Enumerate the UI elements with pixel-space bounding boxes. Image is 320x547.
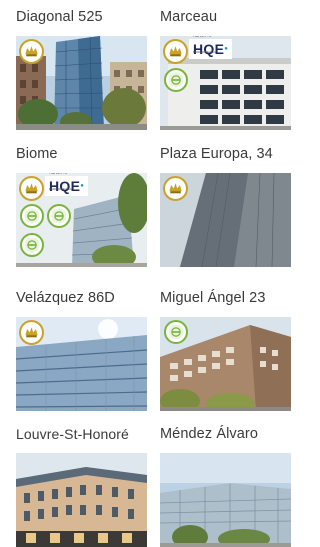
leed-seal-icon xyxy=(19,39,44,64)
building-photo[interactable]: HQE● THE WAY TO PERFORMANCE xyxy=(160,36,291,130)
hqe-logo: HQE● THE WAY TO PERFORMANCE xyxy=(189,36,233,59)
leed-seal-icon xyxy=(163,39,188,64)
breeam-seal-icon xyxy=(164,320,188,344)
building-name[interactable]: Miguel Ángel 23 xyxy=(160,289,266,307)
building-name[interactable]: Louvre-St-Honoré xyxy=(16,425,129,443)
building-photo[interactable] xyxy=(160,453,291,547)
building-photo-image xyxy=(160,453,291,547)
breeam-seal-icon xyxy=(20,233,44,257)
building-name[interactable]: Diagonal 525 xyxy=(16,8,103,26)
breeam-seal-icon xyxy=(20,204,44,228)
hqe-subtitle: THE WAY TO PERFORMANCE xyxy=(193,36,217,54)
building-photo[interactable] xyxy=(160,317,291,411)
building-name[interactable]: Marceau xyxy=(160,8,217,26)
leed-seal-icon xyxy=(163,176,188,201)
building-name[interactable]: Velázquez 86D xyxy=(16,289,115,307)
leed-seal-icon xyxy=(19,320,44,345)
breeam-seal-icon xyxy=(164,68,188,92)
leed-seal-icon xyxy=(19,176,44,201)
hqe-logo: HQE● THE WAY TO PERFORMANCE xyxy=(45,173,89,196)
building-photo-image xyxy=(16,453,147,547)
building-name[interactable]: Méndez Álvaro xyxy=(160,425,258,443)
breeam-seal-icon xyxy=(47,204,71,228)
building-photo[interactable]: HQE● THE WAY TO PERFORMANCE xyxy=(16,173,147,267)
building-photo[interactable] xyxy=(160,173,291,267)
building-photo[interactable] xyxy=(16,453,147,547)
building-name[interactable]: Plaza Europa, 34 xyxy=(160,145,273,163)
building-name[interactable]: Biome xyxy=(16,145,58,163)
building-photo[interactable] xyxy=(16,36,147,130)
building-photo[interactable] xyxy=(16,317,147,411)
hqe-subtitle: THE WAY TO PERFORMANCE xyxy=(49,173,73,191)
